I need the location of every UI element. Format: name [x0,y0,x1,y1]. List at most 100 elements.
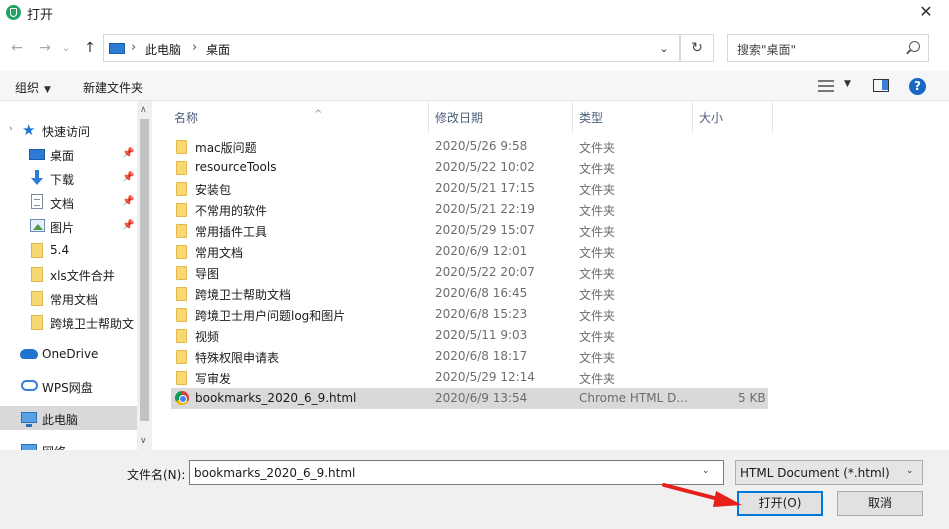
nav-label: 网络 [42,443,66,450]
pin-icon: 📌 [122,172,135,183]
address-dropdown-chevron-icon[interactable]: ⌄ [650,36,678,62]
close-button[interactable]: ✕ [903,0,949,26]
nav-scrollbar[interactable]: ∧ ∨ [137,101,152,450]
file-row[interactable]: 跨境卫士帮助文档 2020/6/8 16:45 文件夹 [171,283,768,304]
filename-value: bookmarks_2020_6_9.html [194,466,356,480]
file-row[interactable]: 视频 2020/5/11 9:03 文件夹 [171,325,768,346]
nav-item-xls-merge[interactable]: xls文件合并 [0,262,137,286]
expand-chevron-icon[interactable]: › [9,124,13,134]
nav-item-common-docs[interactable]: 常用文档 [0,286,137,310]
file-name: 安装包 [195,183,232,197]
file-type-filter-select[interactable]: HTML Document (*.html) ⌄ [735,460,923,485]
column-header-type[interactable]: 类型 [573,101,692,132]
filename-history-chevron-icon[interactable]: ⌄ [702,466,710,476]
forward-arrow-icon[interactable]: → [35,38,55,58]
nav-label: 跨境卫士帮助文 [50,317,135,331]
scroll-thumb[interactable] [140,119,149,421]
address-bar[interactable]: › 此电脑 › 桌面 [103,34,680,62]
file-name: 不常用的软件 [195,204,268,218]
file-row[interactable]: 不常用的软件 2020/5/21 22:19 文件夹 [171,199,768,220]
folder-icon [31,291,43,306]
file-name: 常用插件工具 [195,225,268,239]
nav-onedrive[interactable]: OneDrive [0,342,137,366]
open-button[interactable]: 打开(O) [737,491,823,516]
filename-label: 文件名(N): [127,468,186,482]
view-caret-down-icon[interactable]: ▼ [844,79,851,89]
file-date: 2020/6/9 13:54 [435,391,528,405]
breadcrumb-desktop[interactable]: 桌面 [206,41,230,58]
filter-value: HTML Document (*.html) [740,466,890,480]
column-label: 大小 [699,111,724,125]
file-date: 2020/6/8 18:17 [435,349,528,363]
nav-label: xls文件合并 [50,269,115,283]
nav-label: 桌面 [50,149,75,163]
file-row-selected[interactable]: bookmarks_2020_6_9.html 2020/6/9 13:54 C… [171,388,768,409]
folder-icon [176,308,187,322]
file-row[interactable]: 特殊权限申请表 2020/6/8 18:17 文件夹 [171,346,768,367]
wps-cloud-icon [21,380,38,391]
document-icon [31,194,43,209]
nav-item-folder-5-4[interactable]: 5.4 [0,238,137,262]
cancel-button[interactable]: 取消 [837,491,923,516]
column-label: 类型 [579,111,604,125]
folder-icon [176,329,187,343]
nav-item-documents[interactable]: 文档 📌 [0,190,137,214]
nav-item-downloads[interactable]: 下载 📌 [0,166,137,190]
file-row[interactable]: mac版问题 2020/5/26 9:58 文件夹 [171,136,768,157]
search-icon[interactable] [909,41,920,52]
nav-network[interactable]: 网络 [0,438,137,450]
nav-label: OneDrive [42,347,99,361]
recent-locations-chevron-icon[interactable]: ⌄ [59,38,73,58]
folder-icon [176,161,187,175]
file-row[interactable]: 导图 2020/5/22 20:07 文件夹 [171,262,768,283]
preview-pane-icon[interactable] [873,79,889,92]
file-date: 2020/5/26 9:58 [435,139,528,153]
nav-label: 5.4 [50,243,70,257]
column-header-name[interactable]: ^ 名称 [171,101,428,132]
organize-menu[interactable]: 组织 ▼ [15,79,51,96]
file-name: 写审发 [195,372,232,386]
refresh-button[interactable]: ↻ [680,34,714,62]
file-type: 文件夹 [579,246,616,260]
file-row[interactable]: 常用插件工具 2020/5/29 15:07 文件夹 [171,220,768,241]
download-icon [30,170,44,186]
filename-input[interactable]: bookmarks_2020_6_9.html ⌄ [189,460,724,485]
onedrive-cloud-icon [20,349,38,359]
file-row[interactable]: 常用文档 2020/6/9 12:01 文件夹 [171,241,768,262]
breadcrumb-this-pc[interactable]: 此电脑 [145,41,181,58]
title-bar: 打开 ✕ [0,0,949,26]
file-date: 2020/5/29 12:14 [435,370,535,384]
column-header-size[interactable]: 大小 [693,101,772,132]
view-options-icon[interactable] [818,80,834,92]
file-row[interactable]: resourceTools 2020/5/22 10:02 文件夹 [171,157,768,178]
up-arrow-icon[interactable]: ↑ [80,38,100,58]
folder-icon [176,245,187,259]
folder-icon [176,350,187,364]
search-input[interactable]: 搜索"桌面" [727,34,929,62]
back-arrow-icon[interactable]: ← [7,38,27,58]
file-date: 2020/5/11 9:03 [435,328,528,342]
file-type: 文件夹 [579,141,616,155]
nav-quick-access[interactable]: › ★ 快速访问 [0,118,137,142]
chevron-down-icon: ⌄ [906,466,914,476]
nav-item-pictures[interactable]: 图片 📌 [0,214,137,238]
file-name: 跨境卫士帮助文档 [195,288,292,302]
nav-this-pc[interactable]: 此电脑 [0,406,137,430]
file-row[interactable]: 安装包 2020/5/21 17:15 文件夹 [171,178,768,199]
nav-item-help-docs[interactable]: 跨境卫士帮助文 [0,310,137,334]
file-date: 2020/5/22 10:02 [435,160,535,174]
file-row[interactable]: 写审发 2020/5/29 12:14 文件夹 [171,367,768,388]
column-divider[interactable] [772,101,773,132]
scroll-down-icon[interactable]: ∨ [140,436,147,446]
help-icon[interactable]: ? [909,78,926,95]
nav-wps-drive[interactable]: WPS网盘 [0,374,137,398]
file-type: 文件夹 [579,351,616,365]
nav-item-desktop[interactable]: 桌面 📌 [0,142,137,166]
file-type: 文件夹 [579,204,616,218]
scroll-up-icon[interactable]: ∧ [140,105,147,115]
file-row[interactable]: 跨境卫士用户问题log和图片 2020/6/8 15:23 文件夹 [171,304,768,325]
sort-ascending-icon: ^ [314,109,323,120]
column-header-modified[interactable]: 修改日期 [429,101,572,132]
pin-icon: 📌 [122,148,135,159]
new-folder-button[interactable]: 新建文件夹 [83,79,143,96]
